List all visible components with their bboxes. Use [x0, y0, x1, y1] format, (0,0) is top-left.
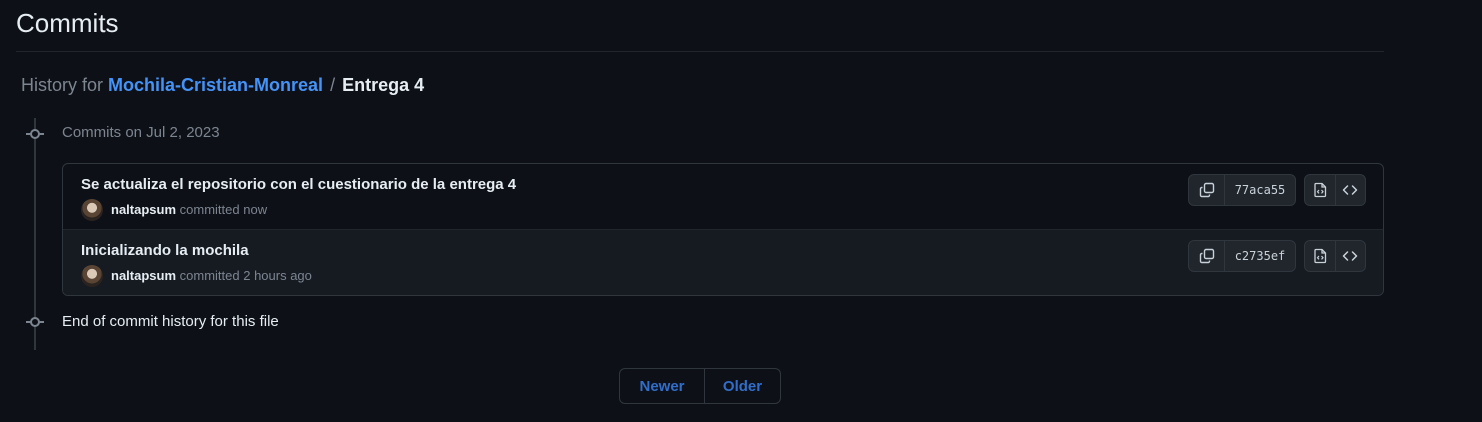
commit-sha-link[interactable]: c2735ef: [1225, 241, 1295, 271]
commit-time: 2 hours ago: [243, 268, 312, 283]
commits-page: Commits History for Mochila-Cristian-Mon…: [0, 0, 1482, 422]
view-file-button[interactable]: [1305, 175, 1336, 205]
browse-repo-button[interactable]: [1336, 175, 1366, 205]
git-commit-icon: [26, 317, 44, 327]
author-link[interactable]: naltapsum: [111, 202, 176, 217]
browse-repo-button[interactable]: [1336, 241, 1366, 271]
sha-button-group: c2735ef: [1188, 240, 1296, 272]
commit-meta: naltapsum committed 2 hours ago: [111, 267, 312, 285]
timeline-rail: [34, 118, 36, 350]
commit-sha-link[interactable]: 77aca55: [1225, 175, 1295, 205]
browse-button-group: [1304, 174, 1366, 206]
repo-link[interactable]: Mochila-Cristian-Monreal: [108, 75, 323, 95]
commit-message-link[interactable]: Inicializando la mochila: [81, 241, 249, 261]
commit-time: now: [243, 202, 268, 217]
sha-button-group: 77aca55: [1188, 174, 1296, 206]
author-link[interactable]: naltapsum: [111, 268, 176, 283]
current-path: Entrega 4: [342, 75, 425, 95]
file-code-icon: [1314, 248, 1326, 264]
copy-icon: [1199, 248, 1214, 264]
commit-action: committed: [179, 268, 240, 283]
copy-sha-button[interactable]: [1189, 175, 1225, 205]
browse-button-group: [1304, 240, 1366, 272]
avatar[interactable]: [81, 199, 103, 221]
code-icon: [1343, 251, 1358, 261]
avatar[interactable]: [81, 265, 103, 287]
code-icon: [1343, 185, 1358, 195]
commit-row: Inicializando la mochila naltapsum commi…: [63, 230, 1383, 295]
title-divider: [16, 51, 1384, 52]
breadcrumb-separator: /: [330, 75, 336, 95]
commit-meta: naltapsum committed now: [111, 201, 267, 219]
commit-message-link[interactable]: Se actualiza el repositorio con el cuest…: [81, 175, 516, 195]
view-file-button[interactable]: [1305, 241, 1336, 271]
commit-action: committed: [179, 202, 240, 217]
git-commit-icon: [26, 129, 44, 139]
copy-icon: [1199, 182, 1214, 198]
copy-sha-button[interactable]: [1189, 241, 1225, 271]
older-button[interactable]: Older: [705, 369, 780, 403]
newer-button[interactable]: Newer: [620, 369, 705, 403]
breadcrumb: History for Mochila-Cristian-Monreal / E…: [21, 73, 424, 97]
end-of-history-label: End of commit history for this file: [62, 313, 279, 330]
commit-date-heading: Commits on Jul 2, 2023: [62, 124, 220, 141]
commit-list: Se actualiza el repositorio con el cuest…: [62, 163, 1384, 296]
history-prefix: History for: [21, 75, 104, 95]
page-title: Commits: [16, 8, 119, 38]
commit-row: Se actualiza el repositorio con el cuest…: [63, 164, 1383, 229]
file-code-icon: [1314, 182, 1326, 198]
pagination: Newer Older: [619, 368, 781, 404]
